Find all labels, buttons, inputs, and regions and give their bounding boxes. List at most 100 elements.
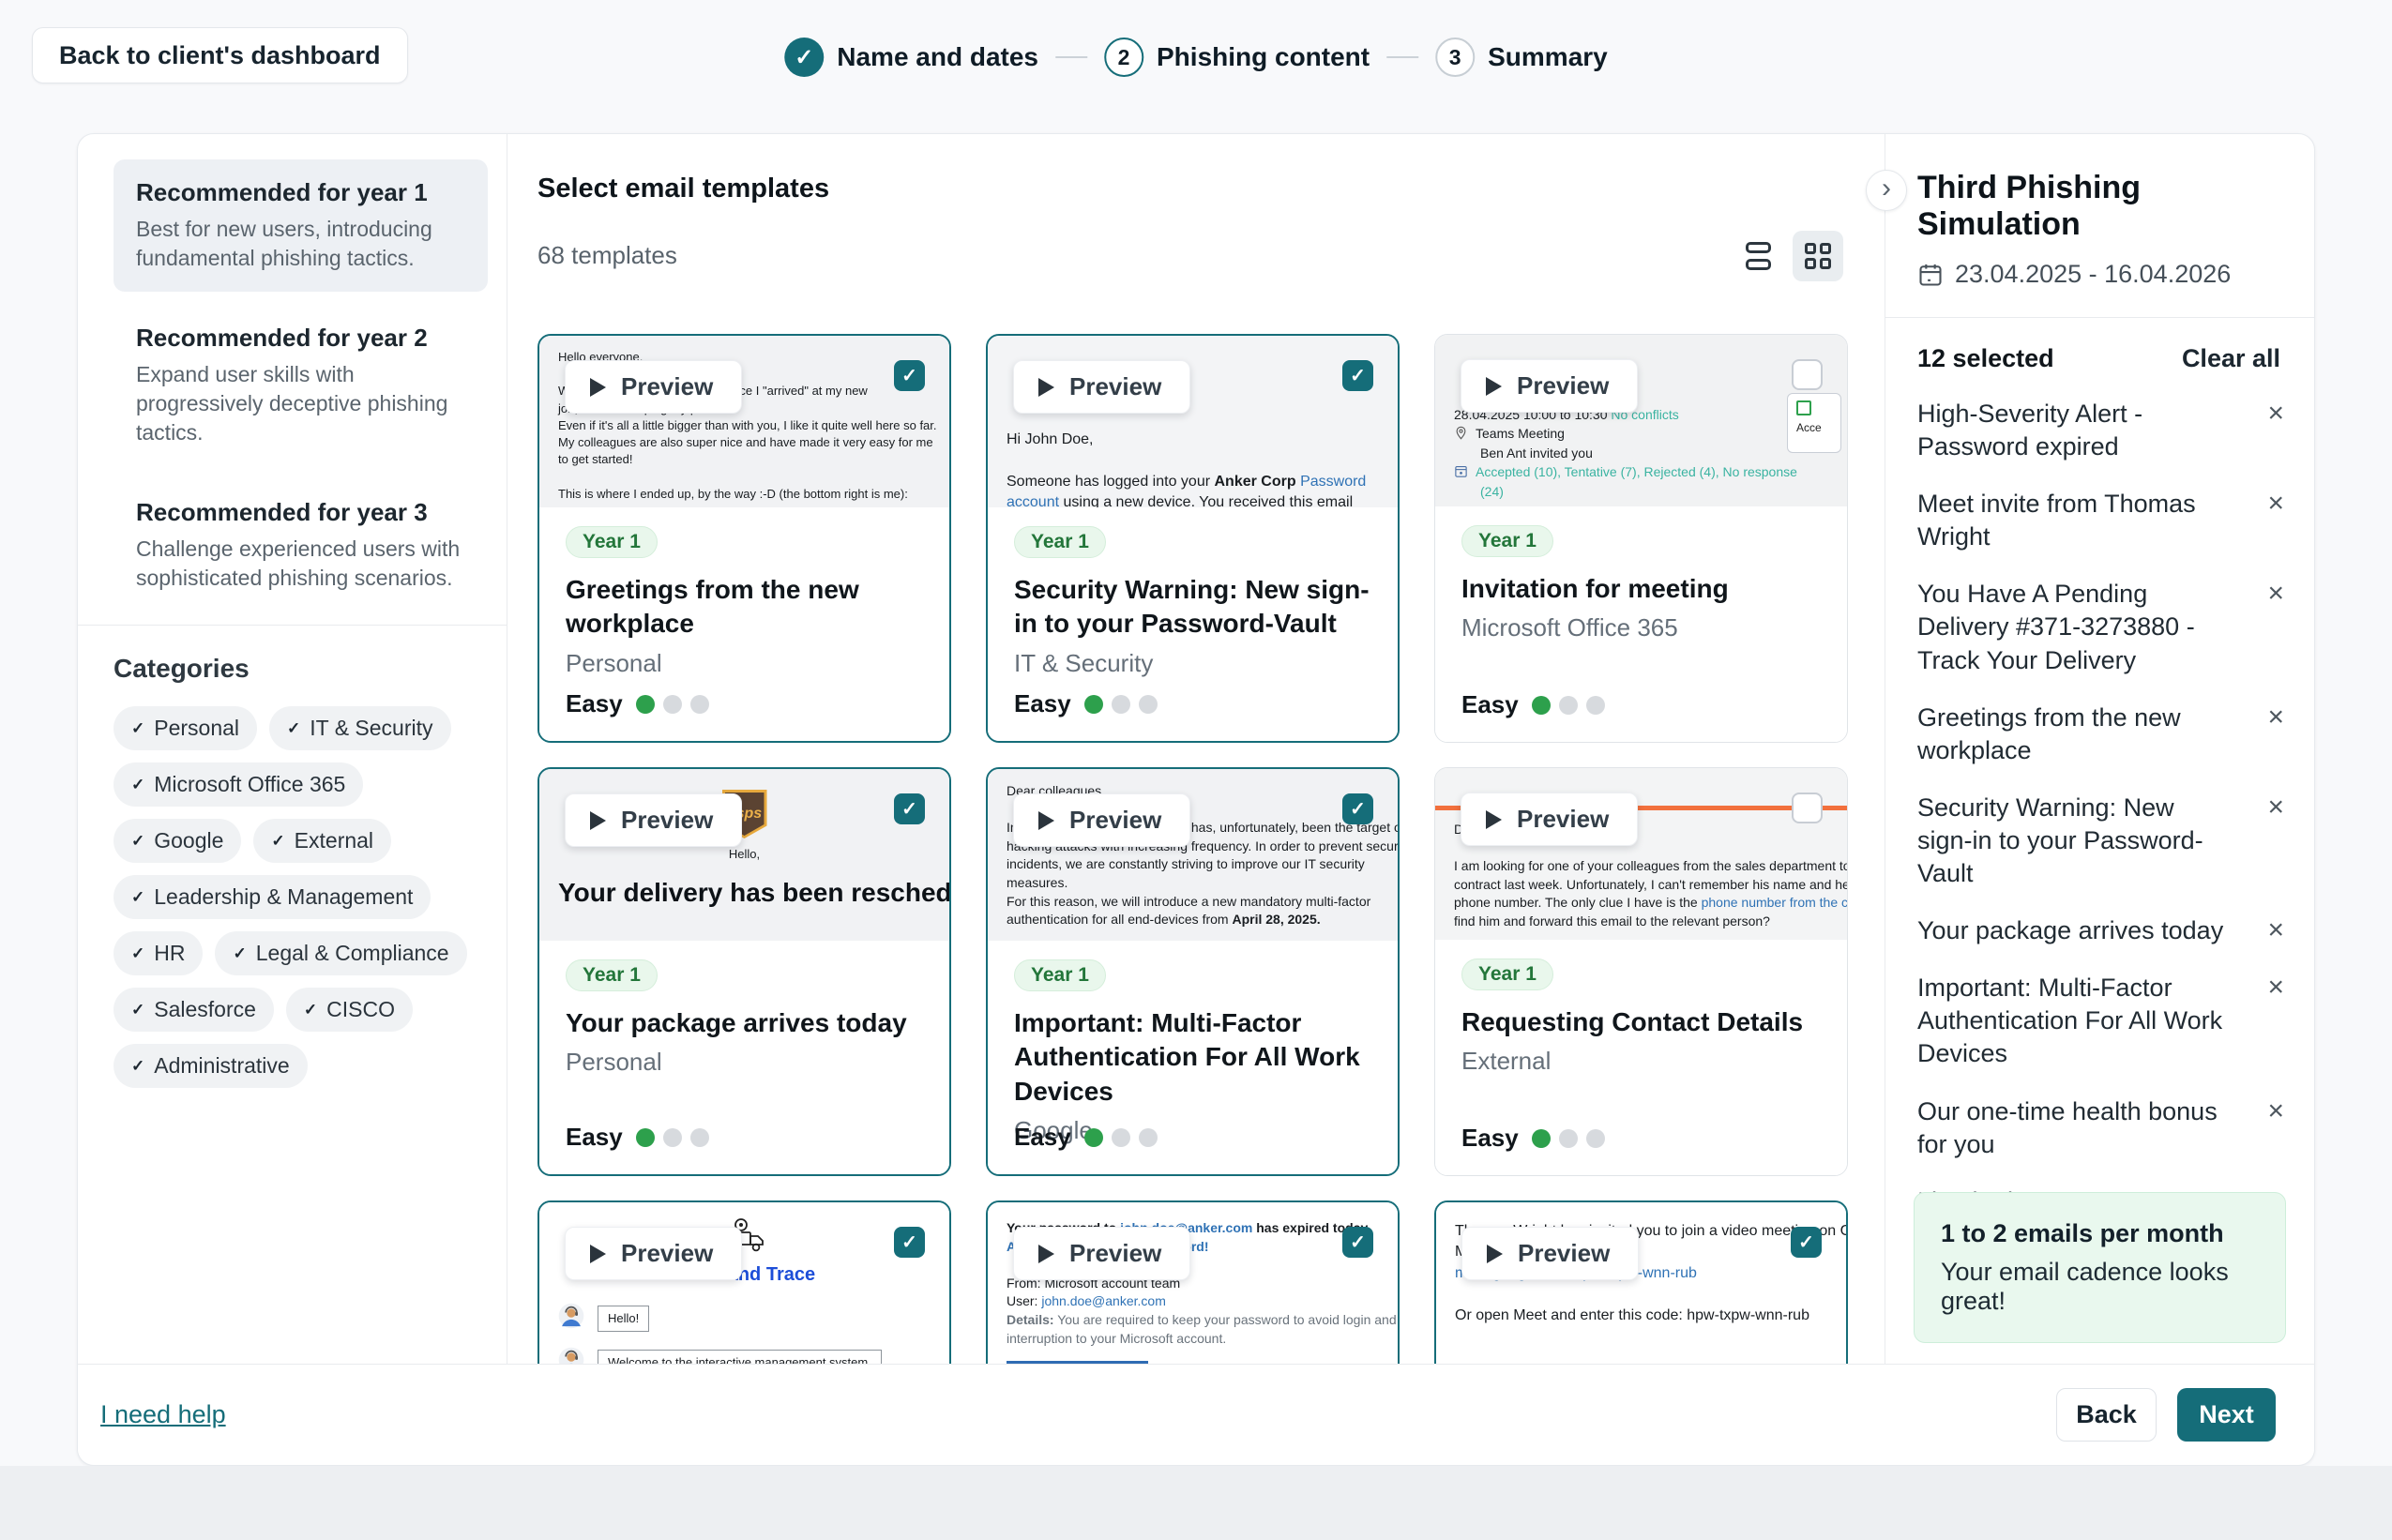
preview-button[interactable]: Preview xyxy=(1013,360,1190,414)
preview-label: Preview xyxy=(621,372,713,401)
remove-selected-icon[interactable]: × xyxy=(2263,578,2288,609)
remove-selected-icon[interactable]: × xyxy=(2263,398,2288,429)
email-text-line xyxy=(1455,1284,1827,1305)
recommendation-description: Expand user skills with progressively de… xyxy=(136,360,465,447)
template-checkbox[interactable]: ✓ xyxy=(894,1227,925,1258)
template-category: IT & Security xyxy=(1014,649,1371,678)
remove-selected-icon[interactable]: × xyxy=(2263,1095,2288,1126)
category-chip-label: CISCO xyxy=(326,997,395,1022)
next-button[interactable]: Next xyxy=(2177,1388,2276,1442)
template-checkbox[interactable] xyxy=(1792,793,1823,823)
clear-all-button[interactable]: Clear all xyxy=(2182,344,2280,373)
template-card[interactable]: Track and TraceHello!Welcome to the inte… xyxy=(537,1200,951,1364)
templates-scroll-area[interactable]: Hello everyone, We said we would get in … xyxy=(537,334,1875,1364)
remove-selected-icon[interactable]: × xyxy=(2263,972,2288,1003)
year-badge: Year 1 xyxy=(566,959,658,991)
category-chip-label: HR xyxy=(154,941,185,966)
stepper-step-1[interactable]: ✓Name and dates xyxy=(784,38,1038,77)
difficulty-dot xyxy=(690,1128,709,1147)
help-link[interactable]: I need help xyxy=(100,1400,226,1429)
stepper-step-3[interactable]: 3Summary xyxy=(1435,38,1608,77)
list-view-icon[interactable] xyxy=(1736,231,1779,281)
recommendation-item[interactable]: Recommended for year 1Best for new users… xyxy=(114,159,488,292)
selected-template-label: Important: Multi-Factor Authentication F… xyxy=(1917,972,2227,1070)
category-chip-label: Microsoft Office 365 xyxy=(154,772,345,797)
difficulty-dots xyxy=(1532,1129,1605,1148)
template-card[interactable]: Hi John Doe, Someone has logged into you… xyxy=(986,334,1400,743)
template-checkbox[interactable] xyxy=(1792,359,1823,390)
email-text-line xyxy=(1007,450,1379,471)
template-card[interactable]: Dear Sir or Madam, I am looking for one … xyxy=(1434,767,1848,1176)
step-indicator: 3 xyxy=(1435,38,1475,77)
selected-template-label: High-Severity Alert - Password expired xyxy=(1917,398,2227,463)
remove-selected-icon[interactable]: × xyxy=(2263,488,2288,519)
template-checkbox[interactable]: ✓ xyxy=(1342,793,1373,824)
email-text-line: For this reason, we will introduce a new… xyxy=(1007,893,1379,912)
template-checkbox[interactable]: ✓ xyxy=(894,793,925,824)
template-card[interactable]: Your password to john.doe@anker.com has … xyxy=(986,1200,1400,1364)
remove-selected-icon[interactable]: × xyxy=(2263,914,2288,945)
check-icon: ✓ xyxy=(287,719,300,738)
category-chip[interactable]: ✓Personal xyxy=(114,706,257,750)
recommendation-item[interactable]: Recommended for year 3Challenge experien… xyxy=(114,479,488,611)
stepper-step-2[interactable]: 2Phishing content xyxy=(1104,38,1370,77)
preview-button[interactable]: Preview xyxy=(1013,1227,1190,1280)
template-checkbox[interactable]: ✓ xyxy=(894,360,925,391)
category-chip[interactable]: ✓Legal & Compliance xyxy=(215,931,466,975)
chat-bubble: Hello! xyxy=(598,1306,649,1332)
collapse-panel-button[interactable]: › xyxy=(1866,170,1907,211)
difficulty-dot xyxy=(1559,1129,1578,1148)
calendar-icon xyxy=(1917,262,1944,288)
category-chip[interactable]: ✓Microsoft Office 365 xyxy=(114,762,363,807)
category-chip[interactable]: ✓CISCO xyxy=(286,988,413,1032)
play-icon xyxy=(1487,1245,1503,1263)
category-chip[interactable]: ✓IT & Security xyxy=(269,706,450,750)
template-card[interactable]: uspsHello,Your delivery has been resched… xyxy=(537,767,951,1176)
chevron-right-icon: › xyxy=(1882,174,1891,203)
category-chip[interactable]: ✓Google xyxy=(114,819,241,863)
preview-button[interactable]: Preview xyxy=(565,1227,742,1280)
template-card[interactable]: Hello everyone, We said we would get in … xyxy=(537,334,951,743)
template-card[interactable]: Thomas Wright has invited you to join a … xyxy=(1434,1200,1848,1364)
play-icon xyxy=(1038,1245,1054,1263)
grid-view-icon[interactable] xyxy=(1793,231,1843,281)
preview-button[interactable]: Preview xyxy=(1461,1227,1639,1280)
email-text-line: interruption to your Microsoft account. xyxy=(1007,1330,1379,1349)
check-icon: ✓ xyxy=(233,944,246,963)
recommendation-description: Challenge experienced users with sophist… xyxy=(136,535,465,593)
preview-button[interactable]: Preview xyxy=(1461,793,1638,846)
template-title: Invitation for meeting xyxy=(1461,572,1821,606)
template-checkbox[interactable]: ✓ xyxy=(1342,1227,1373,1258)
check-icon: ✓ xyxy=(131,1001,144,1019)
back-button[interactable]: Back xyxy=(2056,1388,2157,1442)
template-card[interactable]: Dear colleagues, In recent months, our c… xyxy=(986,767,1400,1176)
email-text-line xyxy=(1007,929,1379,941)
difficulty-label: Easy xyxy=(1014,689,1071,718)
back-to-dashboard-button[interactable]: Back to client's dashboard xyxy=(32,27,408,83)
preview-button[interactable]: Preview xyxy=(565,793,742,847)
recommendation-title: Recommended for year 1 xyxy=(136,178,465,207)
difficulty-dot xyxy=(1084,1128,1103,1147)
category-chip[interactable]: ✓Leadership & Management xyxy=(114,875,431,919)
preview-button[interactable]: Preview xyxy=(1461,359,1638,413)
category-chip[interactable]: ✓Administrative xyxy=(114,1044,308,1088)
template-checkbox[interactable]: ✓ xyxy=(1791,1227,1822,1258)
recommendation-item[interactable]: Recommended for year 2Expand user skills… xyxy=(114,305,488,466)
category-chip[interactable]: ✓HR xyxy=(114,931,203,975)
remove-selected-icon[interactable]: × xyxy=(2263,792,2288,823)
selected-template-label: Meet invite from Thomas Wright xyxy=(1917,488,2227,553)
template-card[interactable]: 28.04.2025 10:00 to 10:30 No conflictsTe… xyxy=(1434,334,1848,743)
template-checkbox[interactable]: ✓ xyxy=(1342,360,1373,391)
stepper: ✓Name and dates 2Phishing content 3Summary xyxy=(784,38,1607,77)
category-chip[interactable]: ✓External xyxy=(253,819,391,863)
play-icon xyxy=(1038,378,1054,397)
check-icon: ✓ xyxy=(131,1057,144,1076)
selected-template-item: High-Severity Alert - Password expired × xyxy=(1917,398,2288,463)
remove-selected-icon[interactable]: × xyxy=(2263,702,2288,732)
preview-label: Preview xyxy=(1069,806,1161,835)
preview-button[interactable]: Preview xyxy=(1013,793,1190,847)
template-card-body: Year 1 Your package arrives today Person… xyxy=(539,941,949,1174)
difficulty-dots xyxy=(636,695,709,714)
preview-button[interactable]: Preview xyxy=(565,360,742,414)
category-chip[interactable]: ✓Salesforce xyxy=(114,988,274,1032)
